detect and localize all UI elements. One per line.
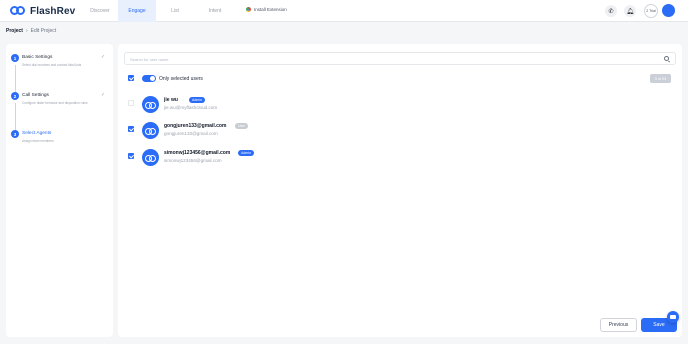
step-description: Select dial numbers and contact lists/Li… [22, 63, 82, 67]
install-extension-link[interactable]: Install Extension [246, 7, 287, 12]
breadcrumb-separator: › [25, 28, 28, 34]
agent-email: gongjuren133@gmail.com [164, 131, 218, 136]
notifications-button[interactable]: 🔔︎ [624, 5, 636, 17]
trial-badge[interactable]: 2 Trial [644, 4, 658, 18]
agent-avatar [142, 149, 159, 166]
step-number: 3 [11, 130, 19, 138]
brand-logo[interactable]: FlashRev [10, 5, 75, 17]
install-extension-label: Install Extension [254, 7, 287, 12]
only-selected-label: Only selected users [159, 76, 203, 82]
role-badge: User [235, 123, 249, 129]
flashrev-logo-icon [10, 5, 26, 17]
breadcrumb: Project › Edit Project [6, 28, 56, 34]
brand-name: FlashRev [30, 5, 76, 17]
agent-name: gongjuren133@gmail.com [164, 123, 227, 129]
agent-avatar [142, 122, 159, 139]
search-box [124, 52, 676, 65]
agents-panel: Only selected users 3 of 23 jie wu Admin… [118, 44, 682, 337]
tab-engage[interactable]: Engage [118, 0, 156, 22]
agent-row[interactable]: jie wu Admin jie.wu@myflashcloud.com [128, 94, 528, 114]
agent-email: jie.wu@myflashcloud.com [164, 105, 218, 110]
agent-row[interactable]: simonwj123456@gmail.com Admin simonwj123… [128, 147, 528, 167]
step-description: Configure dialer behavior and dispositio… [22, 101, 88, 105]
bell-icon: 🔔︎ [626, 8, 634, 15]
step-connector [14, 103, 16, 131]
steps-panel: 1 Basic Settings Select dial numbers and… [6, 44, 113, 337]
agent-name: simonwj123456@gmail.com [164, 150, 231, 156]
step-connector [14, 65, 16, 95]
only-selected-toggle[interactable] [142, 75, 156, 82]
agent-avatar [142, 96, 159, 113]
step-title: Select Agents [22, 131, 52, 136]
user-avatar[interactable] [662, 4, 675, 17]
search-input[interactable] [130, 55, 650, 63]
role-badge: Admin [189, 97, 205, 103]
role-badge: Admin [238, 150, 254, 156]
top-navigation-bar: FlashRev Discover Engage List Intent Ins… [0, 0, 688, 22]
step-description: Assign team members [22, 139, 54, 143]
phone-button[interactable]: ✆ [605, 5, 617, 17]
check-icon: ✓ [101, 54, 106, 60]
tab-intent[interactable]: Intent [198, 0, 232, 22]
agent-checkbox[interactable] [128, 126, 134, 132]
tab-discover[interactable]: Discover [82, 0, 118, 22]
search-icon[interactable] [664, 56, 669, 61]
agent-name: jie wu [164, 97, 178, 103]
step-title: Call Settings [22, 93, 49, 98]
step-number: 2 [11, 92, 19, 100]
chrome-icon [246, 7, 251, 12]
selected-count-badge: 3 of 23 [650, 74, 671, 83]
select-all-checkbox[interactable] [128, 75, 134, 81]
breadcrumb-project[interactable]: Project [6, 28, 23, 34]
previous-button[interactable]: Previous [600, 318, 637, 332]
phone-icon: ✆ [608, 8, 614, 15]
step-title: Basic Settings [22, 55, 53, 60]
check-icon: ✓ [101, 92, 106, 98]
agent-checkbox[interactable] [128, 153, 134, 159]
toggle-knob [150, 76, 155, 81]
breadcrumb-current: Edit Project [30, 28, 57, 34]
agent-checkbox[interactable] [128, 100, 134, 106]
chat-support-icon[interactable] [667, 311, 679, 323]
tab-list[interactable]: List [160, 0, 190, 22]
agent-row[interactable]: gongjuren133@gmail.com User gongjuren133… [128, 120, 528, 140]
agent-email: simonwj123456@gmail.com [164, 158, 222, 163]
step-number: 1 [11, 54, 19, 62]
